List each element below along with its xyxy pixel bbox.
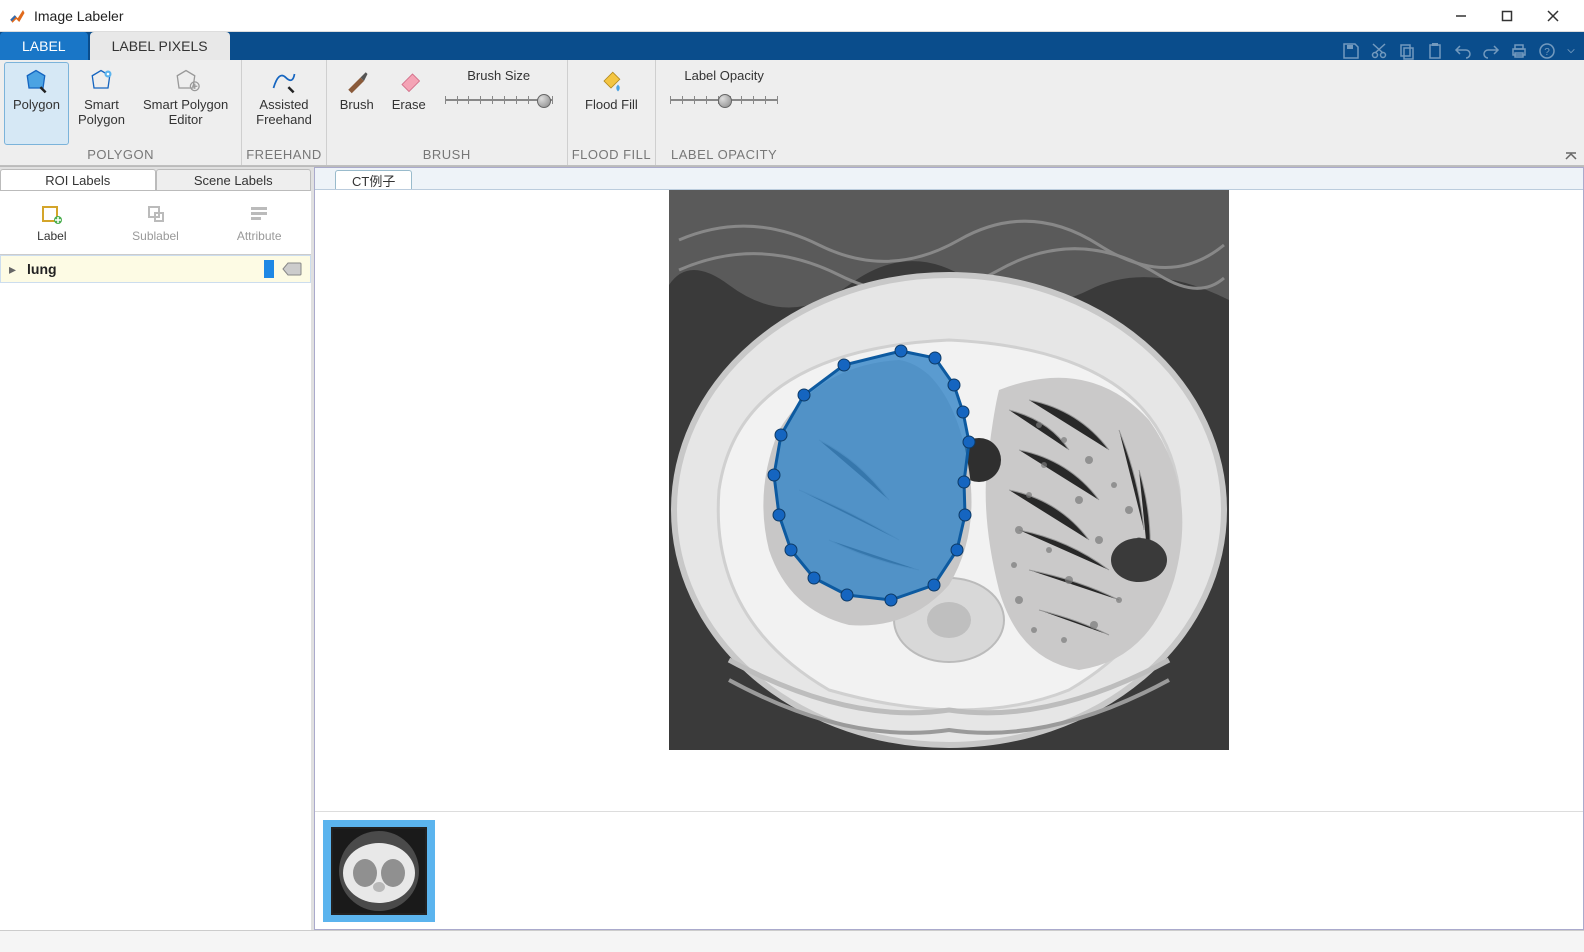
quick-access-toolbar: ? (1342, 42, 1584, 60)
assisted-freehand-button[interactable]: AssistedFreehand (247, 62, 321, 145)
brush-size-slider[interactable] (445, 93, 553, 107)
brush-size-control: Brush Size (435, 62, 563, 145)
new-label-text: Label (37, 229, 66, 243)
brush-button[interactable]: Brush (331, 62, 383, 145)
left-panel-tabs: ROI Labels Scene Labels (0, 167, 311, 191)
paste-icon[interactable] (1426, 42, 1444, 60)
ribbon-group-floodfill: Flood Fill FLOOD FILL (568, 60, 656, 165)
tab-scene-labels-text: Scene Labels (194, 173, 273, 188)
copy-icon[interactable] (1398, 42, 1416, 60)
ribbon-group-freehand: AssistedFreehand FREEHAND (242, 60, 327, 165)
label-opacity-label: Label Opacity (684, 68, 764, 83)
new-attribute-icon (248, 203, 270, 225)
work-area: ROI Labels Scene Labels Label Sublabel A… (0, 166, 1584, 930)
status-bar (0, 930, 1584, 952)
window-title: Image Labeler (34, 8, 1438, 24)
erase-icon (395, 67, 423, 95)
new-attribute-button: Attribute (207, 191, 311, 254)
ribbon-group-brush-label: BRUSH (423, 145, 471, 165)
ribbon-group-brush: Brush Erase Brush Size BRUSH (327, 60, 568, 165)
ct-image (669, 190, 1229, 750)
dropdown-icon[interactable] (1566, 42, 1576, 60)
filmstrip (315, 811, 1583, 929)
ribbon-group-opacity: Label Opacity LABEL OPACITY (656, 60, 792, 165)
left-panel: ROI Labels Scene Labels Label Sublabel A… (0, 167, 314, 930)
undo-icon[interactable] (1454, 42, 1472, 60)
label-opacity-control: Label Opacity (660, 62, 788, 145)
assisted-freehand-label: AssistedFreehand (256, 97, 312, 127)
flood-fill-button[interactable]: Flood Fill (576, 62, 647, 145)
smart-polygon-editor-button[interactable]: Smart PolygonEditor (134, 62, 237, 145)
new-label-button[interactable]: Label (0, 191, 104, 254)
document-tab[interactable]: CT例子 (335, 170, 412, 189)
tab-label-pixels-text: LABEL PIXELS (112, 38, 208, 54)
ribbon-group-freehand-label: FREEHAND (246, 145, 322, 165)
new-label-icon (41, 203, 63, 225)
image-viewport[interactable] (315, 190, 1583, 811)
new-sublabel-text: Sublabel (132, 229, 179, 243)
document-tab-text: CT例子 (352, 171, 395, 190)
tab-scene-labels[interactable]: Scene Labels (156, 169, 312, 190)
matlab-logo-icon (8, 7, 26, 25)
label-name: lung (21, 261, 264, 277)
polygon-label: Polygon (13, 97, 60, 112)
redo-icon[interactable] (1482, 42, 1500, 60)
title-bar: Image Labeler (0, 0, 1584, 32)
thumbnail-selected[interactable] (323, 820, 435, 922)
new-attribute-text: Attribute (237, 229, 282, 243)
polygon-icon (22, 67, 50, 95)
print-icon[interactable] (1510, 42, 1528, 60)
flood-fill-label: Flood Fill (585, 97, 638, 112)
tab-label[interactable]: LABEL (0, 32, 88, 60)
save-icon[interactable] (1342, 42, 1360, 60)
label-type-icon (282, 262, 302, 276)
label-row-lung[interactable]: ▸ lung (0, 255, 311, 283)
brush-icon (343, 67, 371, 95)
brush-size-label: Brush Size (467, 68, 530, 83)
label-opacity-slider[interactable] (670, 93, 778, 107)
assisted-freehand-icon (270, 67, 298, 95)
label-color-swatch[interactable] (264, 260, 274, 278)
left-panel-buttons: Label Sublabel Attribute (0, 191, 311, 255)
ribbon-group-floodfill-label: FLOOD FILL (572, 145, 651, 165)
brush-label: Brush (340, 97, 374, 112)
close-button[interactable] (1530, 0, 1576, 32)
new-sublabel-icon (145, 203, 167, 225)
main-tab-strip: LABEL LABEL PIXELS ? (0, 32, 1584, 60)
ribbon-group-polygon-label: POLYGON (87, 145, 154, 165)
smart-polygon-button[interactable]: SmartPolygon (69, 62, 134, 145)
document-tabs: CT例子 (315, 168, 1583, 190)
new-sublabel-button: Sublabel (104, 191, 208, 254)
smart-polygon-label: SmartPolygon (78, 97, 125, 127)
polygon-button[interactable]: Polygon (4, 62, 69, 145)
erase-button[interactable]: Erase (383, 62, 435, 145)
ribbon: Polygon SmartPolygon Smart PolygonEditor… (0, 60, 1584, 166)
ribbon-group-opacity-label: LABEL OPACITY (671, 145, 777, 165)
smart-polygon-editor-icon (172, 67, 200, 95)
erase-label: Erase (392, 97, 426, 112)
flood-fill-icon (597, 67, 625, 95)
maximize-button[interactable] (1484, 0, 1530, 32)
tab-label-pixels[interactable]: LABEL PIXELS (90, 32, 230, 60)
tab-roi-labels-text: ROI Labels (45, 173, 110, 188)
expand-arrow-icon[interactable]: ▸ (9, 261, 21, 278)
label-list: ▸ lung (0, 255, 311, 930)
ct-image-svg (669, 190, 1229, 750)
thumbnail-image (333, 829, 425, 913)
cut-icon[interactable] (1370, 42, 1388, 60)
help-icon[interactable]: ? (1538, 42, 1556, 60)
canvas-area: CT例子 (314, 167, 1584, 930)
ribbon-group-polygon: Polygon SmartPolygon Smart PolygonEditor… (0, 60, 242, 165)
smart-polygon-icon (87, 67, 115, 95)
collapse-ribbon-icon[interactable] (1564, 151, 1578, 161)
smart-polygon-editor-label: Smart PolygonEditor (143, 97, 228, 127)
tab-roi-labels[interactable]: ROI Labels (0, 169, 156, 190)
minimize-button[interactable] (1438, 0, 1484, 32)
svg-text:?: ? (1544, 47, 1550, 58)
tab-label-text: LABEL (22, 38, 66, 54)
